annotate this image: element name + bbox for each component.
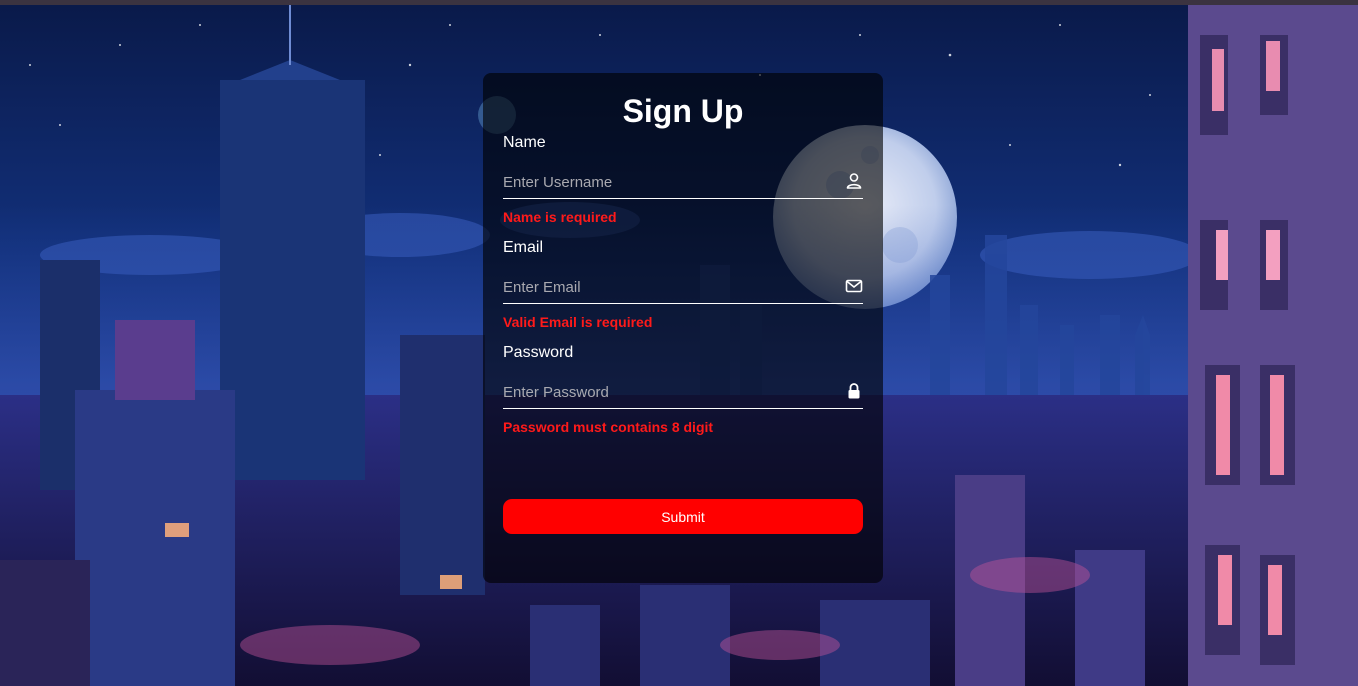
password-input[interactable] xyxy=(503,378,823,406)
lock-icon xyxy=(845,382,863,400)
password-field-wrapper xyxy=(503,378,863,409)
email-input[interactable] xyxy=(503,273,823,301)
submit-button[interactable]: Submit xyxy=(503,499,863,534)
email-label: Email xyxy=(503,239,544,256)
window-top-bar xyxy=(0,0,1358,5)
email-error-message: Valid Email is required xyxy=(503,314,653,330)
password-error-message: Password must contains 8 digit xyxy=(503,419,714,435)
name-label: Name xyxy=(503,134,546,151)
username-input[interactable] xyxy=(503,168,823,196)
password-label: Password xyxy=(503,344,574,361)
form-title: Sign Up xyxy=(622,93,744,129)
name-field-wrapper xyxy=(503,168,863,199)
mail-icon xyxy=(845,277,863,295)
name-error-message: Name is required xyxy=(503,209,617,225)
signup-form-card: Sign Up Name Name is required Email Vali… xyxy=(483,73,883,583)
email-field-wrapper xyxy=(503,273,863,304)
user-icon xyxy=(845,172,863,190)
